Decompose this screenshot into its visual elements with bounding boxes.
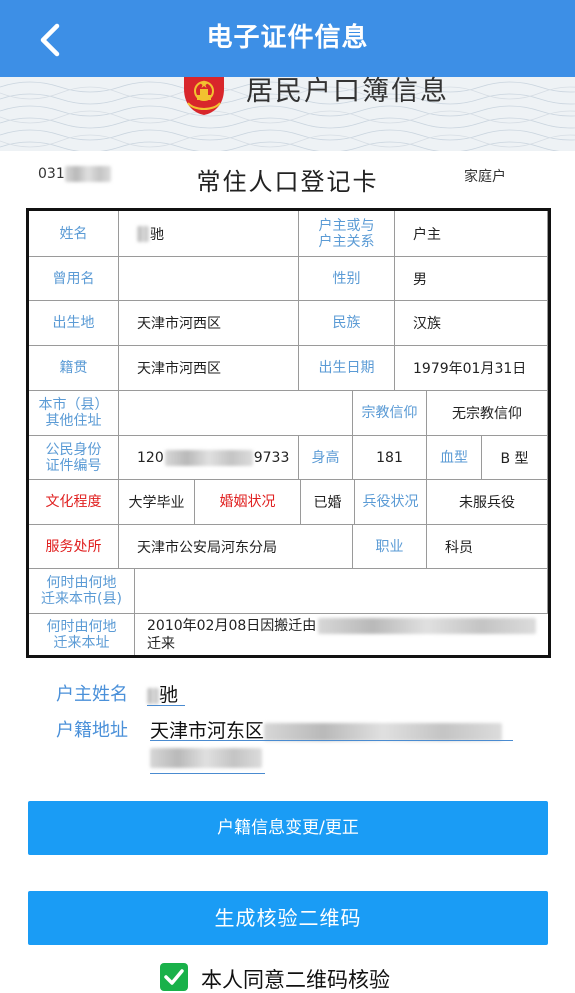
id-number-prefix: 120 <box>137 449 164 466</box>
redacted-blur <box>147 687 159 704</box>
moved-to-address-value: 2010年02月08日因搬迁由 迁来 <box>135 614 548 655</box>
moved-to-address-label: 何时由何地 迁来本址 <box>29 614 135 655</box>
moved-to-address-label-line2: 迁来本址 <box>53 634 110 651</box>
native-place-value: 天津市河西区 <box>119 346 299 391</box>
blood-type-value: B 型 <box>482 436 548 480</box>
other-address-label: 本市（县） 其他住址 <box>29 391 119 436</box>
redacted-blur <box>264 722 503 741</box>
name-value-text: 驰 <box>150 226 164 243</box>
birthplace-label: 出生地 <box>29 301 119 346</box>
address-value: 天津市河东区 <box>150 716 503 743</box>
generate-qr-button[interactable]: 生成核验二维码 <box>28 891 548 945</box>
height-label: 身高 <box>299 436 353 480</box>
education-label: 文化程度 <box>29 480 119 525</box>
top-bar: 电子证件信息 <box>0 0 575 77</box>
id-number-label: 公民身份 证件编号 <box>29 436 119 480</box>
occupation-value: 科员 <box>427 525 548 569</box>
military-status-label: 兵役状况 <box>355 480 427 525</box>
consent-checkbox[interactable] <box>160 963 188 991</box>
moved-to-city-value <box>135 569 548 614</box>
ethnicity-label: 民族 <box>299 301 395 346</box>
redacted-blur <box>137 225 149 242</box>
moved-to-city-label-line2: 迁来本市(县) <box>41 591 122 607</box>
birthdate-value: 1979年01月31日 <box>395 346 548 391</box>
address-underline-1 <box>150 740 513 741</box>
gender-value: 男 <box>395 257 548 301</box>
relation-label-line1: 户主或与 <box>318 217 375 234</box>
other-address-label-line1: 本市（县） <box>38 397 109 413</box>
registration-table: 姓名 驰 户主或与 户主关系 户主 曾用名 性别 男 出生地 天津市河西区 民族… <box>26 208 551 658</box>
name-label: 姓名 <box>29 211 119 257</box>
id-number-suffix: 9733 <box>253 449 290 466</box>
head-name-label: 户主姓名 <box>56 684 128 705</box>
other-address-label-line2: 其他住址 <box>45 413 102 429</box>
marital-status-value: 已婚 <box>301 480 355 525</box>
moved-to-address-text1: 2010年02月08日因搬迁由 <box>147 617 317 634</box>
name-value: 驰 <box>119 211 299 257</box>
native-place-label: 籍贯 <box>29 346 119 391</box>
banner-title: 居民户口簿信息 <box>246 76 449 107</box>
head-name-underline <box>147 705 185 706</box>
moved-to-address-line2: 迁来 <box>147 635 175 652</box>
redacted-blur <box>164 449 253 466</box>
household-type: 家庭户 <box>464 169 506 185</box>
moved-to-city-label-line1: 何时由何地 <box>46 575 117 591</box>
military-status-value: 未服兵役 <box>427 480 548 525</box>
gender-label: 性别 <box>299 257 395 301</box>
id-number-label-line1: 公民身份 <box>45 441 102 458</box>
former-name-label: 曾用名 <box>29 257 119 301</box>
moved-to-city-label: 何时由何地 迁来本市(县) <box>29 569 135 614</box>
marital-status-label: 婚姻状况 <box>195 480 301 525</box>
ethnicity-value: 汉族 <box>395 301 548 346</box>
workplace-value: 天津市公安局河东分局 <box>119 525 353 569</box>
redacted-blur <box>318 617 537 634</box>
address-label: 户籍地址 <box>56 720 128 741</box>
head-name-value: 驰 <box>147 680 178 707</box>
id-number-label-line2: 证件编号 <box>45 457 102 474</box>
national-emblem-icon <box>184 77 224 115</box>
household-change-button[interactable]: 户籍信息变更/更正 <box>28 801 548 855</box>
height-value: 181 <box>353 436 427 480</box>
address-underline-2 <box>150 773 265 774</box>
address-value-text: 天津市河东区 <box>150 720 265 742</box>
relation-label: 户主或与 户主关系 <box>299 211 395 257</box>
birthplace-value: 天津市河西区 <box>119 301 299 346</box>
religion-value: 无宗教信仰 <box>427 391 548 436</box>
consent-text: 本人同意二维码核验 <box>201 968 390 992</box>
birthdate-label: 出生日期 <box>299 346 395 391</box>
relation-label-line2: 户主关系 <box>318 233 375 250</box>
workplace-label: 服务处所 <box>29 525 119 569</box>
former-name-value <box>119 257 299 301</box>
moved-to-address-line1: 2010年02月08日因搬迁由 <box>147 617 537 635</box>
redacted-blur <box>150 748 262 768</box>
id-number-value: 120 9733 <box>119 436 299 480</box>
head-name-value-text: 驰 <box>159 684 179 706</box>
check-icon <box>164 969 184 985</box>
other-address-value <box>119 391 353 436</box>
relation-value: 户主 <box>395 211 548 257</box>
religion-label: 宗教信仰 <box>353 391 427 436</box>
education-value: 大学毕业 <box>119 480 195 525</box>
moved-to-address-label-line1: 何时由何地 <box>46 618 117 635</box>
occupation-label: 职业 <box>353 525 427 569</box>
blood-type-label: 血型 <box>427 436 482 480</box>
page-title: 电子证件信息 <box>206 23 369 53</box>
